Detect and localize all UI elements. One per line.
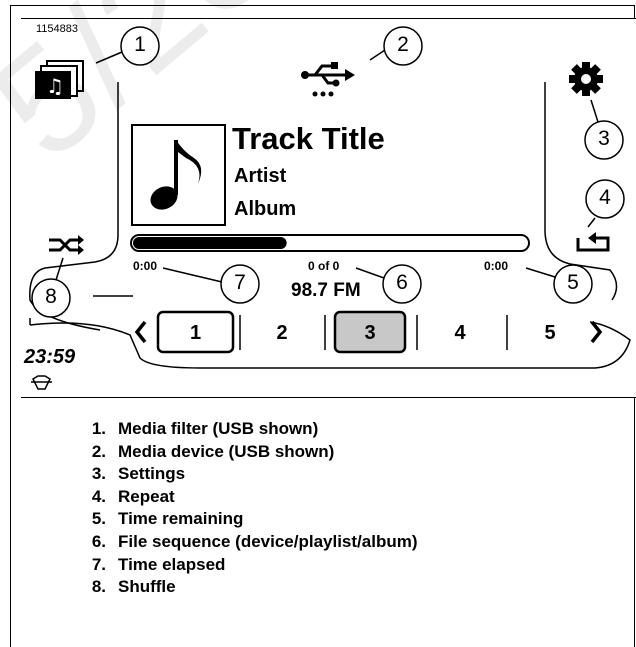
- legend-label: Settings: [118, 464, 186, 484]
- callout-2: 2: [397, 33, 409, 56]
- album-label: Album: [234, 198, 297, 220]
- callout-3: 3: [598, 127, 610, 150]
- callout-7: 7: [234, 271, 246, 294]
- preset-3[interactable]: 3: [335, 322, 405, 345]
- file-sequence: 0 of 0: [308, 259, 340, 273]
- legend-label: Time elapsed: [118, 554, 226, 574]
- clock: 23:59: [24, 346, 76, 368]
- usb-icon[interactable]: [301, 62, 355, 97]
- legend-label: Media device (USB shown): [118, 441, 335, 461]
- repeat-icon[interactable]: [576, 232, 610, 252]
- preset-4[interactable]: 4: [430, 322, 490, 345]
- svg-text:♫: ♫: [46, 74, 64, 98]
- legend-number: 7.: [91, 554, 106, 574]
- progress-fill: [133, 237, 287, 249]
- legend-label: Shuffle: [118, 577, 176, 597]
- preset-2[interactable]: 2: [252, 322, 312, 345]
- callout-8: 8: [45, 285, 57, 308]
- callout-5: 5: [567, 271, 579, 294]
- legend-number: 3.: [91, 464, 106, 484]
- time-remaining: 0:00: [484, 259, 509, 273]
- album-art: [131, 124, 226, 226]
- preset-5[interactable]: 5: [520, 322, 580, 345]
- time-elapsed: 0:00: [133, 259, 158, 273]
- legend-number: 6.: [91, 531, 106, 551]
- chevron-left-icon[interactable]: [134, 320, 147, 344]
- legend-label: Media filter (USB shown): [118, 419, 319, 438]
- station-frequency: 98.7 FM: [291, 280, 361, 301]
- callout-circles: [31, 26, 625, 318]
- callout-6: 6: [396, 271, 408, 294]
- callout-1: 1: [134, 33, 146, 56]
- preset-1[interactable]: 1: [158, 322, 233, 345]
- chevron-right-icon[interactable]: [590, 320, 603, 344]
- legend-label: Time remaining: [118, 509, 244, 529]
- legend-number: 5.: [91, 509, 106, 529]
- shuffle-icon[interactable]: [49, 235, 84, 255]
- legend-number: 4.: [91, 486, 106, 506]
- artist-label: Artist: [234, 165, 287, 187]
- legend-number: 2.: [91, 441, 106, 461]
- music-note-icon: [176, 140, 202, 184]
- legend-number: 1.: [91, 419, 106, 438]
- callout-4: 4: [599, 186, 611, 209]
- gear-icon[interactable]: [569, 62, 603, 96]
- legend-number: 8.: [91, 577, 106, 597]
- legend-label: Repeat: [118, 486, 175, 506]
- track-title: Track Title: [232, 121, 385, 156]
- harley-logo-icon: [31, 375, 52, 390]
- legend-label: File sequence (device/playlist/album): [118, 531, 418, 551]
- media-filter-icon[interactable]: ♫: [35, 60, 84, 99]
